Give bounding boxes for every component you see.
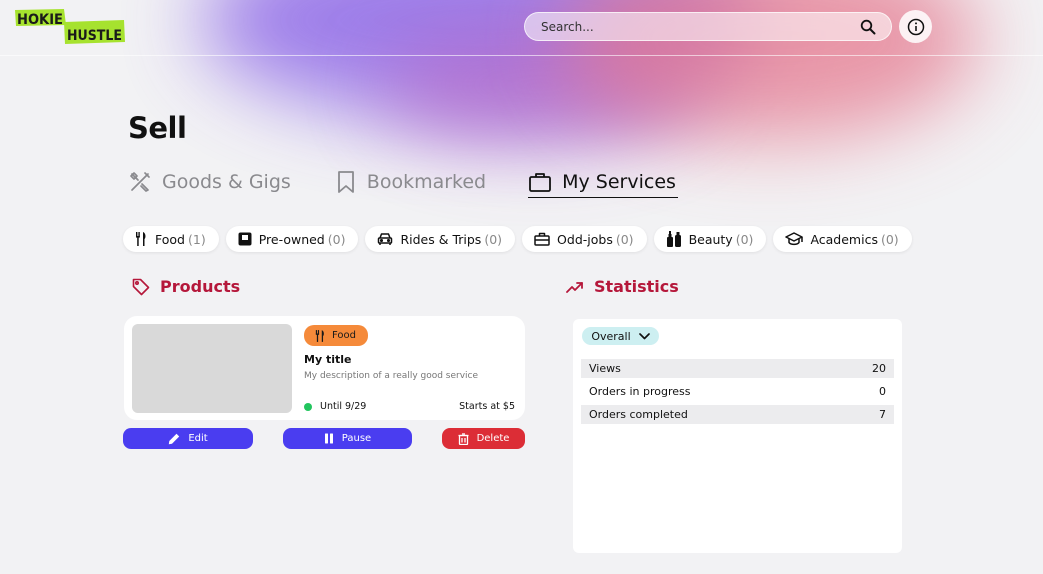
category-label: Food bbox=[155, 231, 185, 247]
tab-my-services[interactable]: My Services bbox=[528, 166, 678, 198]
search-input[interactable] bbox=[541, 19, 859, 34]
category-label: Pre-owned bbox=[258, 231, 325, 247]
bottles-icon bbox=[666, 231, 681, 247]
stat-label: Views bbox=[589, 362, 621, 375]
category-label: Beauty bbox=[688, 231, 733, 247]
edit-button-label: Edit bbox=[188, 433, 208, 444]
search-bar[interactable] bbox=[524, 12, 892, 41]
info-icon bbox=[907, 18, 924, 35]
pause-button-label: Pause bbox=[341, 433, 372, 444]
stat-label: Orders completed bbox=[589, 408, 688, 421]
product-card[interactable]: Food My title My description of a really… bbox=[124, 316, 525, 420]
logo-text-bottom: HUSTLE bbox=[67, 28, 122, 44]
utensils-icon bbox=[315, 329, 324, 342]
page-title: Sell bbox=[128, 111, 187, 145]
edit-button[interactable]: Edit bbox=[123, 428, 253, 449]
category-badge-label: Food bbox=[332, 330, 356, 341]
chevron-down-icon bbox=[638, 332, 650, 339]
briefcase-icon bbox=[529, 172, 552, 192]
category-pre-owned[interactable]: Pre-owned (0) bbox=[225, 226, 359, 252]
pencil-icon bbox=[169, 433, 180, 444]
pause-button[interactable]: Pause bbox=[283, 428, 412, 449]
tab-label: Goods & Gigs bbox=[162, 171, 291, 193]
bookmark-icon bbox=[337, 171, 354, 193]
category-filters: Food (1) Pre-owned (0) Rides & Trips (0)… bbox=[123, 226, 912, 252]
statistics-heading-label: Statistics bbox=[594, 277, 679, 296]
delete-button-label: Delete bbox=[476, 433, 510, 444]
category-odd-jobs[interactable]: Odd-jobs (0) bbox=[522, 226, 647, 252]
delete-button[interactable]: Delete bbox=[442, 428, 525, 449]
tools-icon bbox=[130, 172, 150, 192]
product-status-text: Until 9/29 bbox=[320, 401, 367, 412]
category-count: (0) bbox=[735, 231, 754, 247]
category-label: Academics bbox=[810, 231, 878, 247]
toolbox-icon bbox=[534, 232, 550, 246]
category-label: Odd-jobs bbox=[557, 231, 613, 247]
category-label: Rides & Trips bbox=[400, 231, 482, 247]
graduation-cap-icon bbox=[785, 232, 804, 246]
logo-text-top: HOKIE bbox=[17, 12, 63, 28]
statistics-card: Overall Views 20 Orders in progress 0 Or… bbox=[573, 319, 902, 553]
statistics-heading: Statistics bbox=[566, 277, 679, 296]
section-tabs: Goods & Gigs Bookmarked My Services bbox=[128, 166, 678, 200]
search-icon[interactable] bbox=[859, 18, 877, 36]
category-count: (0) bbox=[484, 231, 503, 247]
trending-up-icon bbox=[566, 281, 583, 293]
category-badge: Food bbox=[304, 325, 368, 346]
product-description: My description of a really good service bbox=[304, 371, 479, 381]
stat-row-orders-in-progress: Orders in progress 0 bbox=[581, 382, 894, 401]
top-bar: HOKIE HUSTLE bbox=[0, 0, 1043, 56]
category-count: (0) bbox=[327, 231, 346, 247]
stat-value: 7 bbox=[879, 408, 886, 421]
stat-row-views: Views 20 bbox=[581, 359, 894, 378]
product-title: My title bbox=[304, 353, 352, 366]
product-status: Until 9/29 bbox=[304, 401, 366, 412]
category-food[interactable]: Food (1) bbox=[123, 226, 219, 252]
tab-label: Bookmarked bbox=[366, 171, 487, 193]
products-heading-label: Products bbox=[160, 277, 241, 296]
pause-icon bbox=[324, 433, 333, 444]
stat-label: Orders in progress bbox=[589, 385, 691, 398]
products-heading: Products bbox=[132, 277, 240, 296]
tag-icon bbox=[132, 278, 150, 295]
product-price: Starts at $5 bbox=[459, 401, 515, 412]
stat-row-orders-completed: Orders completed 7 bbox=[581, 405, 894, 424]
box-icon bbox=[238, 232, 252, 246]
category-count: (1) bbox=[187, 231, 206, 247]
stat-value: 20 bbox=[872, 362, 886, 375]
tab-bookmarked[interactable]: Bookmarked bbox=[335, 166, 486, 198]
statistics-filter-dropdown[interactable]: Overall bbox=[582, 327, 659, 345]
category-beauty[interactable]: Beauty (0) bbox=[653, 226, 767, 252]
stat-value: 0 bbox=[879, 385, 886, 398]
category-rides-and-trips[interactable]: Rides & Trips (0) bbox=[365, 226, 516, 252]
car-icon bbox=[378, 233, 393, 245]
utensils-icon bbox=[136, 232, 146, 246]
info-button[interactable] bbox=[899, 10, 932, 43]
hokie-hustle-logo[interactable]: HOKIE HUSTLE bbox=[14, 8, 126, 46]
tab-label: My Services bbox=[562, 170, 676, 193]
status-dot bbox=[304, 402, 312, 411]
tab-goods-and-gigs[interactable]: Goods & Gigs bbox=[128, 166, 291, 198]
product-image-placeholder bbox=[132, 324, 292, 413]
statistics-filter-label: Overall bbox=[591, 329, 631, 343]
trash-icon bbox=[458, 432, 469, 445]
category-count: (0) bbox=[880, 231, 899, 247]
category-count: (0) bbox=[615, 231, 634, 247]
category-academics[interactable]: Academics (0) bbox=[773, 226, 912, 252]
